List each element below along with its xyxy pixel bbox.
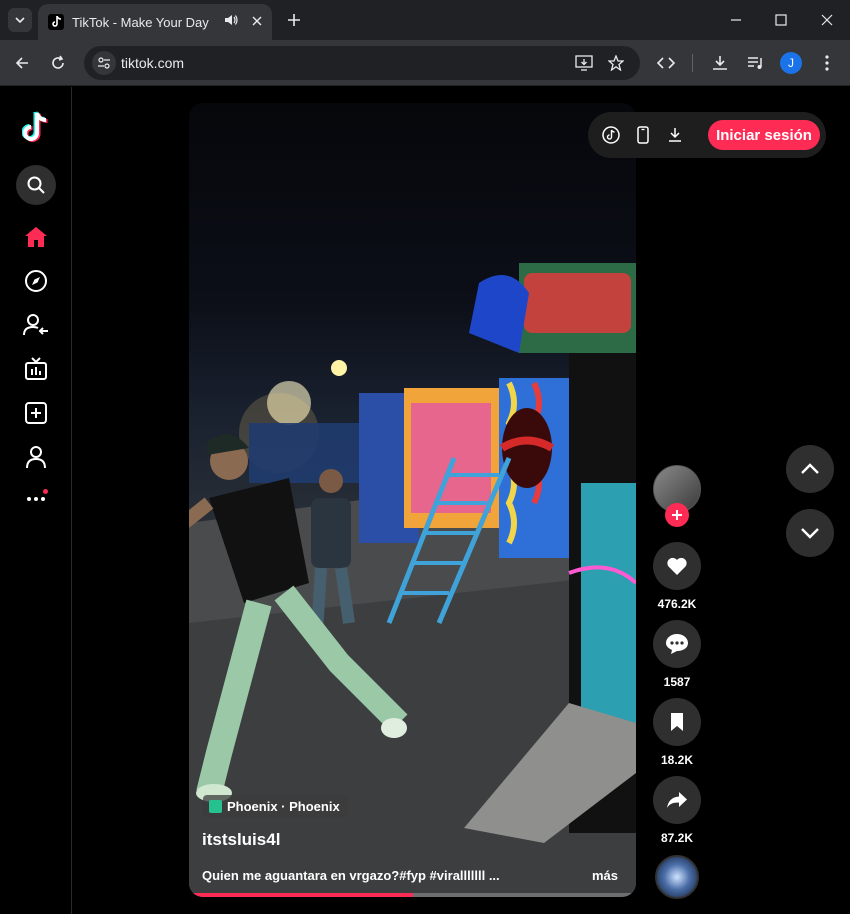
maximize-button[interactable] xyxy=(769,8,793,32)
comment-button[interactable] xyxy=(653,620,701,668)
top-actions-bar: Iniciar sesión xyxy=(588,112,826,158)
follow-button[interactable] xyxy=(665,503,689,527)
nav-following[interactable] xyxy=(16,305,56,345)
close-tab-icon[interactable] xyxy=(252,13,262,31)
save-button[interactable] xyxy=(653,698,701,746)
video-caption: Quien me aguantara en vrgazo?#fyp #viral… xyxy=(202,868,500,883)
speaker-icon[interactable] xyxy=(224,13,238,32)
nav-explore[interactable] xyxy=(16,261,56,301)
like-count: 476.2K xyxy=(657,597,697,611)
share-button[interactable] xyxy=(653,776,701,824)
new-tab-button[interactable] xyxy=(282,8,306,32)
browser-tab[interactable]: TikTok - Make Your Day xyxy=(38,4,272,40)
reload-icon xyxy=(52,55,64,69)
browser-tab-bar: TikTok - Make Your Day xyxy=(0,0,850,40)
maximize-icon xyxy=(775,14,787,26)
nav-profile[interactable] xyxy=(16,437,56,477)
video-player[interactable]: Phoenix · Phoenix itstsluis4l Quien me a… xyxy=(189,103,636,897)
more-vertical-icon xyxy=(825,55,829,71)
chevron-down-icon xyxy=(15,17,25,24)
reload-button[interactable] xyxy=(46,51,70,75)
comment-count: 1587 xyxy=(663,675,691,689)
chevron-down-icon xyxy=(801,528,819,539)
user-follow-icon xyxy=(23,314,48,336)
playlist-icon xyxy=(748,57,762,69)
video-progress-bar[interactable] xyxy=(189,893,636,897)
video-progress-fill xyxy=(189,893,413,897)
devtools-button[interactable] xyxy=(654,51,678,75)
minimize-button[interactable] xyxy=(724,8,748,32)
tiktok-circle-icon xyxy=(602,126,620,144)
heart-icon xyxy=(667,557,687,575)
toolbar-divider xyxy=(692,54,693,72)
code-icon xyxy=(657,57,675,69)
chevron-up-icon xyxy=(801,463,819,474)
mobile-phone-icon xyxy=(637,126,649,144)
bookmark-star-icon[interactable] xyxy=(604,51,628,75)
nav-home[interactable] xyxy=(16,217,56,257)
site-info-icon[interactable] xyxy=(92,51,116,75)
plus-icon xyxy=(288,14,300,26)
search-icon xyxy=(27,176,45,194)
browser-toolbar: tiktok.com J xyxy=(0,40,850,86)
profile-avatar[interactable]: J xyxy=(780,52,802,74)
location-pin-icon xyxy=(209,799,222,813)
minimize-icon xyxy=(731,19,741,21)
location-text: Phoenix · Phoenix xyxy=(227,798,340,814)
arrow-left-icon xyxy=(15,57,28,69)
share-count: 87.2K xyxy=(660,831,694,845)
install-app-icon[interactable] xyxy=(572,51,596,75)
author-username[interactable]: itstsluis4l xyxy=(202,830,280,850)
next-video-button[interactable] xyxy=(786,509,834,557)
save-count: 18.2K xyxy=(660,753,694,767)
tiktok-coin-button[interactable] xyxy=(599,123,623,147)
home-icon xyxy=(25,227,47,247)
add-square-icon xyxy=(25,402,47,424)
tiktok-page: Phoenix · Phoenix itstsluis4l Quien me a… xyxy=(0,87,850,914)
action-rail: 476.2K 1587 18.2K 87.2K xyxy=(652,87,702,914)
back-button[interactable] xyxy=(10,51,34,75)
nav-upload[interactable] xyxy=(16,393,56,433)
search-button[interactable] xyxy=(16,165,56,205)
media-control-button[interactable] xyxy=(744,51,768,75)
previous-video-button[interactable] xyxy=(786,445,834,493)
nav-live[interactable] xyxy=(16,349,56,389)
compass-icon xyxy=(25,270,47,292)
downloads-button[interactable] xyxy=(708,51,732,75)
video-frame xyxy=(189,263,636,897)
more-horizontal-icon xyxy=(27,497,45,501)
bookmark-icon xyxy=(671,713,683,731)
close-window-button[interactable] xyxy=(815,8,839,32)
like-button[interactable] xyxy=(653,542,701,590)
tiktok-favicon-icon xyxy=(48,14,64,30)
tiktok-logo-icon[interactable] xyxy=(16,107,56,147)
url-text[interactable]: tiktok.com xyxy=(121,55,184,71)
comment-icon xyxy=(666,634,688,654)
location-tag[interactable]: Phoenix · Phoenix xyxy=(203,795,348,817)
user-icon xyxy=(26,446,46,469)
plus-icon xyxy=(672,510,682,520)
nav-more[interactable] xyxy=(16,479,56,519)
download-icon xyxy=(713,56,727,70)
tab-title: TikTok - Make Your Day xyxy=(72,14,209,30)
share-arrow-icon xyxy=(667,792,687,808)
caption-more-button[interactable]: más xyxy=(592,868,618,883)
live-tv-icon xyxy=(25,357,47,380)
login-button[interactable]: Iniciar sesión xyxy=(708,120,820,150)
sidebar xyxy=(0,87,72,914)
music-disc[interactable] xyxy=(655,855,699,899)
tab-search-button[interactable] xyxy=(8,8,32,32)
close-icon xyxy=(821,14,833,26)
notification-dot xyxy=(43,489,48,494)
browser-menu-button[interactable] xyxy=(815,51,839,75)
address-bar[interactable]: tiktok.com xyxy=(84,46,640,80)
